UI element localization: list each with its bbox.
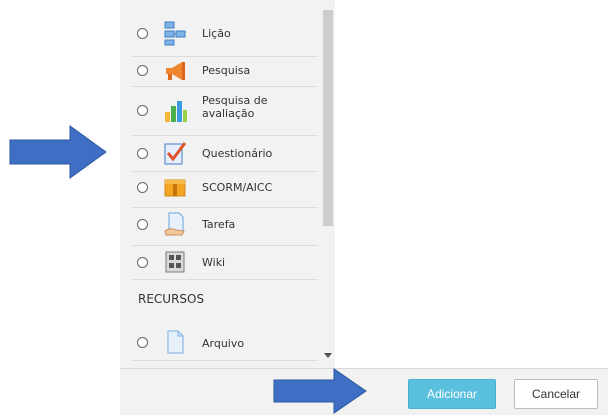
activity-label: Questionário bbox=[202, 147, 273, 160]
activity-option-tarefa[interactable]: Tarefa bbox=[120, 211, 320, 237]
activity-label: Wiki bbox=[202, 256, 226, 269]
scrollbar-thumb[interactable] bbox=[323, 10, 333, 226]
activity-label: Lição bbox=[202, 27, 231, 40]
bar-chart-icon bbox=[165, 101, 187, 122]
activity-chooser-panel: Lição Pesquisa Pesquisa de avaliação Que… bbox=[120, 0, 335, 368]
scroll-down-arrow-icon[interactable] bbox=[324, 353, 332, 358]
package-icon bbox=[164, 179, 186, 197]
divider bbox=[132, 135, 318, 136]
activity-option-pesquisa-avaliacao[interactable]: Pesquisa de avaliação bbox=[120, 94, 320, 130]
divider bbox=[132, 245, 318, 246]
divider bbox=[132, 86, 318, 87]
assignment-icon bbox=[164, 212, 185, 236]
activity-label: SCORM/AICC bbox=[202, 181, 273, 194]
quiz-checkmark-icon bbox=[164, 142, 187, 165]
radio-button[interactable] bbox=[137, 182, 148, 193]
activity-label: Pesquisa bbox=[202, 64, 251, 77]
radio-button[interactable] bbox=[137, 148, 148, 159]
divider bbox=[132, 279, 318, 280]
activity-option-wiki[interactable]: Wiki bbox=[120, 249, 320, 275]
lesson-icon bbox=[164, 21, 186, 46]
divider bbox=[132, 360, 318, 361]
radio-button[interactable] bbox=[137, 105, 148, 116]
radio-button[interactable] bbox=[137, 65, 148, 76]
radio-button[interactable] bbox=[137, 257, 148, 268]
divider bbox=[132, 56, 318, 57]
wiki-icon bbox=[165, 251, 185, 273]
resource-label: Arquivo bbox=[202, 337, 245, 350]
arrow-right-icon bbox=[9, 125, 107, 179]
activity-label: Tarefa bbox=[202, 218, 236, 231]
radio-button[interactable] bbox=[137, 28, 148, 39]
activity-option-pesquisa[interactable]: Pesquisa bbox=[120, 58, 320, 84]
radio-button[interactable] bbox=[137, 219, 148, 230]
radio-button[interactable] bbox=[137, 337, 148, 348]
megaphone-icon bbox=[166, 62, 185, 80]
add-button[interactable]: Adicionar bbox=[408, 379, 496, 409]
resource-option-arquivo[interactable]: Arquivo bbox=[120, 329, 320, 355]
activity-label: Pesquisa de avaliação bbox=[202, 94, 268, 120]
divider bbox=[132, 171, 318, 172]
activity-option-licao[interactable]: Lição bbox=[120, 20, 320, 46]
file-icon bbox=[167, 330, 184, 354]
arrow-right-icon bbox=[273, 368, 367, 414]
activity-option-questionario[interactable]: Questionário bbox=[120, 140, 320, 166]
divider bbox=[132, 207, 318, 208]
activity-option-scorm[interactable]: SCORM/AICC bbox=[120, 174, 320, 200]
section-heading-recursos: RECURSOS bbox=[138, 292, 205, 306]
cancel-button[interactable]: Cancelar bbox=[514, 379, 598, 409]
